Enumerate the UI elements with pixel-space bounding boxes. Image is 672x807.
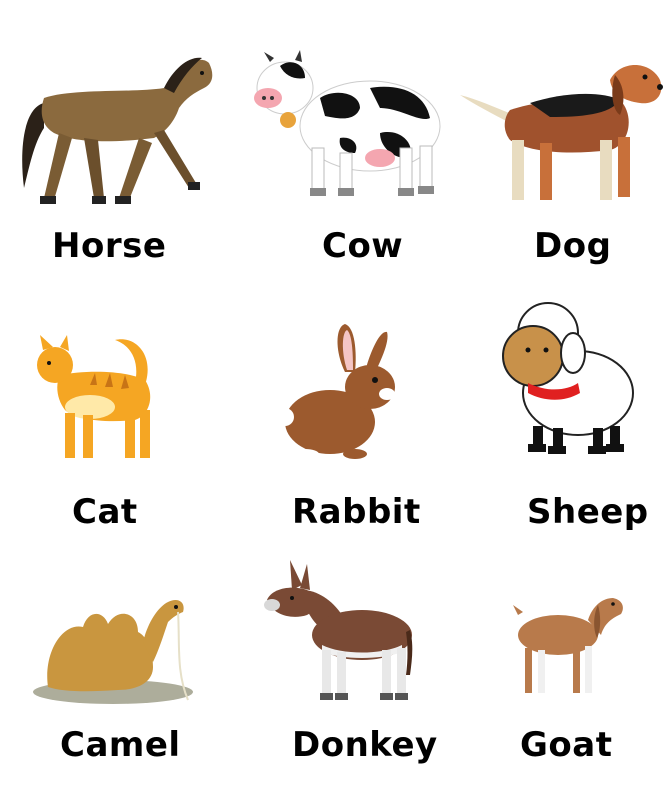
animal-label-cat: Cat — [72, 492, 138, 532]
rabbit-icon — [275, 322, 400, 462]
horse-icon — [14, 48, 219, 213]
animal-label-horse: Horse — [52, 226, 167, 266]
dog-icon — [460, 55, 665, 210]
cow-icon — [250, 48, 445, 203]
animal-label-sheep: Sheep — [527, 492, 649, 532]
animal-label-rabbit: Rabbit — [292, 492, 421, 532]
animal-label-camel: Camel — [60, 725, 181, 765]
goat-icon — [513, 590, 628, 700]
sheep-icon — [488, 298, 638, 463]
donkey-icon — [262, 560, 417, 705]
animal-label-cow: Cow — [322, 226, 404, 266]
cat-icon — [35, 325, 175, 465]
animal-label-donkey: Donkey — [292, 725, 438, 765]
animal-label-dog: Dog — [534, 226, 612, 266]
animal-label-goat: Goat — [520, 725, 613, 765]
camel-icon — [28, 592, 203, 712]
